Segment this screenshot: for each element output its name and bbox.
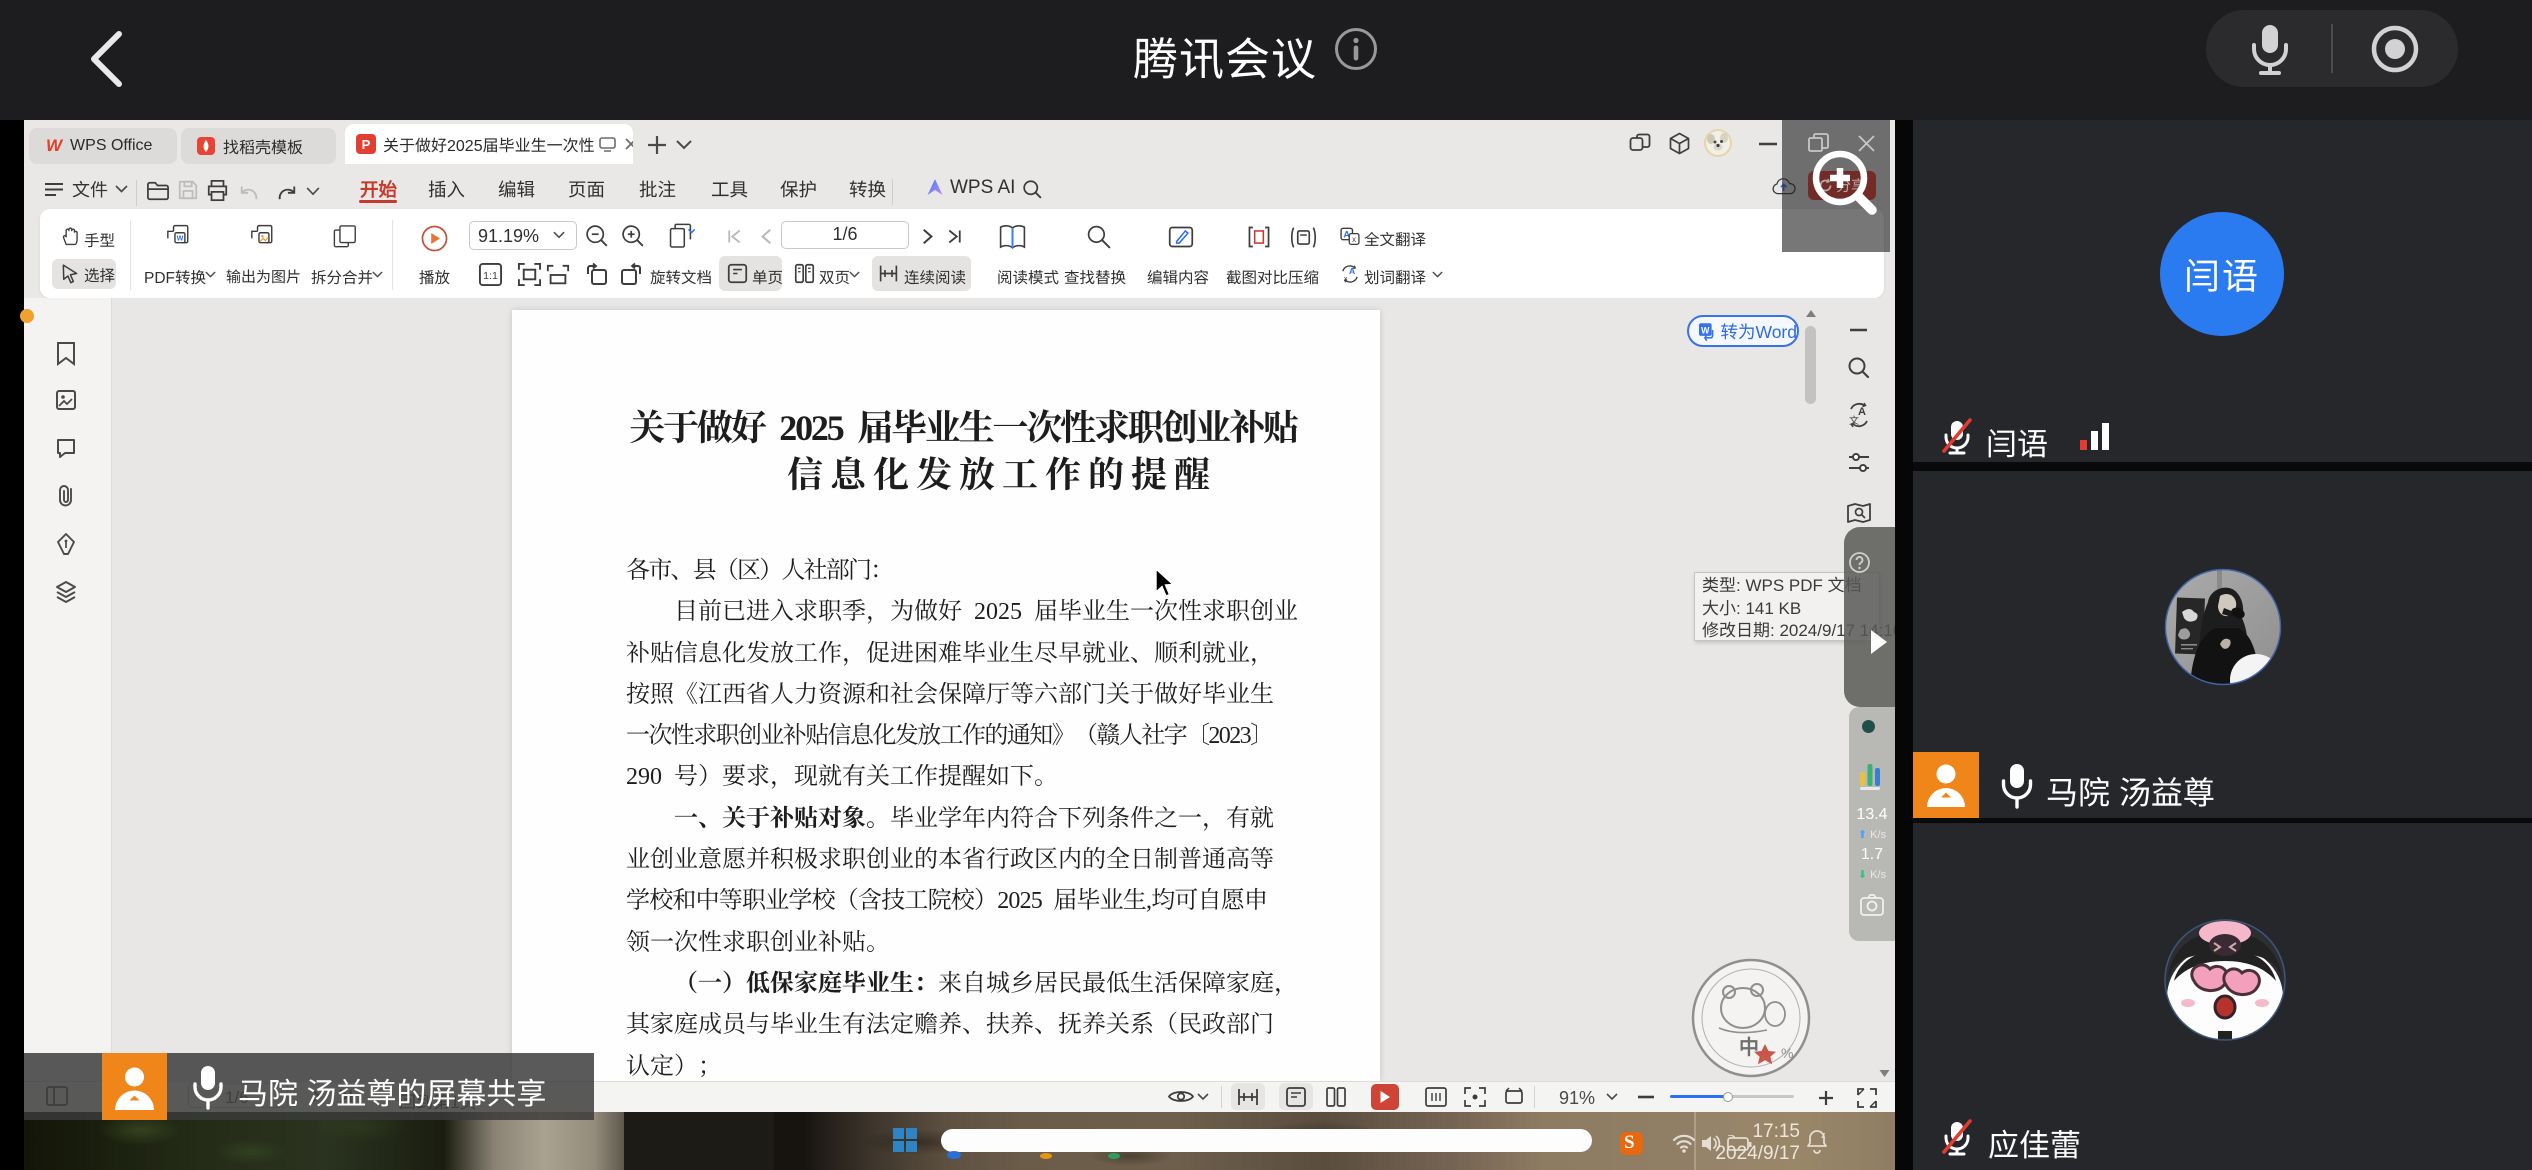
svg-text:x: x [1352,235,1356,244]
svg-text:P: P [362,137,371,152]
svg-text:文: 文 [1849,415,1859,427]
svg-text:A: A [1349,266,1355,276]
svg-text:x: x [1344,275,1348,283]
svg-text:%: % [1781,1045,1793,1061]
svg-text:W: W [1701,325,1710,335]
svg-text:z: z [1821,1130,1826,1140]
svg-text:A: A [1858,406,1866,418]
svg-text:中: 中 [1739,1035,1759,1059]
svg-text:1:1: 1:1 [483,270,498,282]
svg-text:W: W [177,235,184,243]
